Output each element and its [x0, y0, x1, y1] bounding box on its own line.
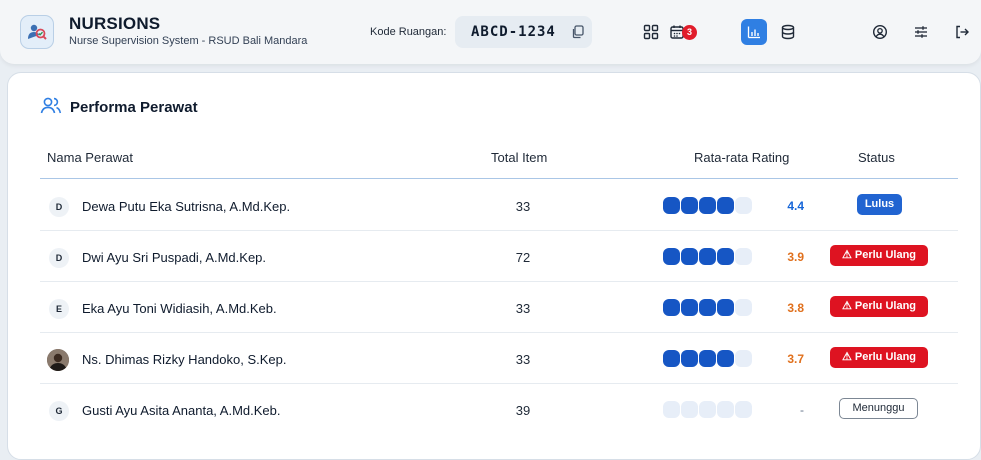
- column-header-total: Total Item: [491, 150, 548, 165]
- total-items: 33: [515, 199, 531, 214]
- room-code-label: Kode Ruangan:: [370, 26, 447, 38]
- app-title: NURSIONS: [69, 14, 161, 33]
- avatar: D: [49, 248, 69, 268]
- grid-icon[interactable]: [638, 19, 664, 45]
- rating-dot-filled: [717, 248, 734, 265]
- column-header-name: Nama Perawat: [47, 150, 133, 165]
- rating-dot-filled: [717, 197, 734, 214]
- copy-icon[interactable]: [571, 25, 585, 39]
- rating-dot-empty: [735, 248, 752, 265]
- status-badge: Menunggu: [839, 398, 918, 419]
- status-badge: ⚠ Perlu Ulang: [830, 296, 928, 317]
- total-items: 39: [515, 403, 531, 418]
- rating-dots: [663, 299, 753, 316]
- avatar-photo: [47, 349, 69, 371]
- rating-dots: [663, 350, 753, 367]
- status-badge: ⚠ Perlu Ulang: [830, 245, 928, 266]
- bar-chart-icon[interactable]: [741, 19, 767, 45]
- nurse-name: Ns. Dhimas Rizky Handoko, S.Kep.: [82, 352, 287, 367]
- avatar: G: [49, 401, 69, 421]
- app-subtitle: Nurse Supervision System - RSUD Bali Man…: [69, 35, 308, 47]
- table-row[interactable]: D Dwi Ayu Sri Puspadi, A.Md.Kep. 72 3.9 ⚠ Pe…: [40, 231, 958, 282]
- table-row[interactable]: D Dewa Putu Eka Sutrisna, A.Md.Kep. 33 4.4 L…: [40, 180, 958, 231]
- rating-dot-filled: [663, 350, 680, 367]
- average-rating: 3.9: [787, 250, 804, 264]
- rating-dot-filled: [681, 299, 698, 316]
- column-header-rating: Rata-rata Rating: [694, 150, 790, 165]
- rating-dot-empty: [699, 401, 716, 418]
- average-rating: 3.7: [787, 352, 804, 366]
- sliders-icon[interactable]: [908, 19, 934, 45]
- avatar: D: [49, 197, 69, 217]
- rating-dots: [663, 197, 753, 214]
- table-row[interactable]: G Gusti Ayu Asita Ananta, A.Md.Keb. 39 - Men…: [40, 384, 958, 435]
- rating-dot-filled: [699, 197, 716, 214]
- table-row[interactable]: E Eka Ayu Toni Widiasih, A.Md.Keb. 33 3.8 ⚠ …: [40, 282, 958, 333]
- column-header-status: Status: [858, 150, 895, 165]
- room-code-value: ABCD-1234: [471, 24, 556, 40]
- average-rating: 3.8: [787, 301, 804, 315]
- top-bar: NURSIONS Nurse Supervision System - RSUD…: [0, 0, 981, 64]
- header-divider: [40, 178, 958, 179]
- total-items: 33: [515, 352, 531, 367]
- database-icon[interactable]: [775, 19, 801, 45]
- rating-dot-filled: [717, 350, 734, 367]
- table-row[interactable]: Ns. Dhimas Rizky Handoko, S.Kep. 33 3.7 ⚠ P…: [40, 333, 958, 384]
- rating-dot-empty: [735, 299, 752, 316]
- average-rating: -: [800, 403, 804, 417]
- nurse-name: Eka Ayu Toni Widiasih, A.Md.Keb.: [82, 301, 277, 316]
- rating-dot-empty: [681, 401, 698, 418]
- status-badge: ⚠ Perlu Ulang: [830, 347, 928, 368]
- supervision-logo-icon[interactable]: [20, 15, 54, 49]
- logout-icon[interactable]: [949, 19, 975, 45]
- rating-dot-empty: [735, 401, 752, 418]
- rating-dot-empty: [717, 401, 734, 418]
- nurse-name: Gusti Ayu Asita Ananta, A.Md.Keb.: [82, 403, 281, 418]
- rating-dot-filled: [699, 299, 716, 316]
- rating-dot-filled: [663, 248, 680, 265]
- notification-badge: 3: [682, 25, 697, 40]
- rating-dot-filled: [699, 350, 716, 367]
- rating-dot-filled: [681, 197, 698, 214]
- avatar: E: [49, 299, 69, 319]
- rating-dot-filled: [681, 248, 698, 265]
- users-icon: [40, 96, 62, 121]
- rating-dot-empty: [663, 401, 680, 418]
- rating-dot-filled: [699, 248, 716, 265]
- rating-dots: [663, 401, 753, 418]
- rating-dot-filled: [681, 350, 698, 367]
- rating-dot-filled: [717, 299, 734, 316]
- card-title: Performa Perawat: [70, 99, 198, 116]
- room-code-box[interactable]: ABCD-1234: [455, 16, 592, 48]
- page: NURSIONS Nurse Supervision System - RSUD…: [0, 0, 981, 460]
- rating-dot-filled: [663, 299, 680, 316]
- total-items: 33: [515, 301, 531, 316]
- average-rating: 4.4: [787, 199, 804, 213]
- rating-dot-empty: [735, 350, 752, 367]
- total-items: 72: [515, 250, 531, 265]
- nurse-name: Dwi Ayu Sri Puspadi, A.Md.Kep.: [82, 250, 267, 265]
- user-circle-icon[interactable]: [867, 19, 893, 45]
- rating-dot-empty: [735, 197, 752, 214]
- rating-dots: [663, 248, 753, 265]
- status-badge: Lulus: [857, 194, 902, 215]
- rating-dot-filled: [663, 197, 680, 214]
- nurse-name: Dewa Putu Eka Sutrisna, A.Md.Kep.: [82, 199, 291, 214]
